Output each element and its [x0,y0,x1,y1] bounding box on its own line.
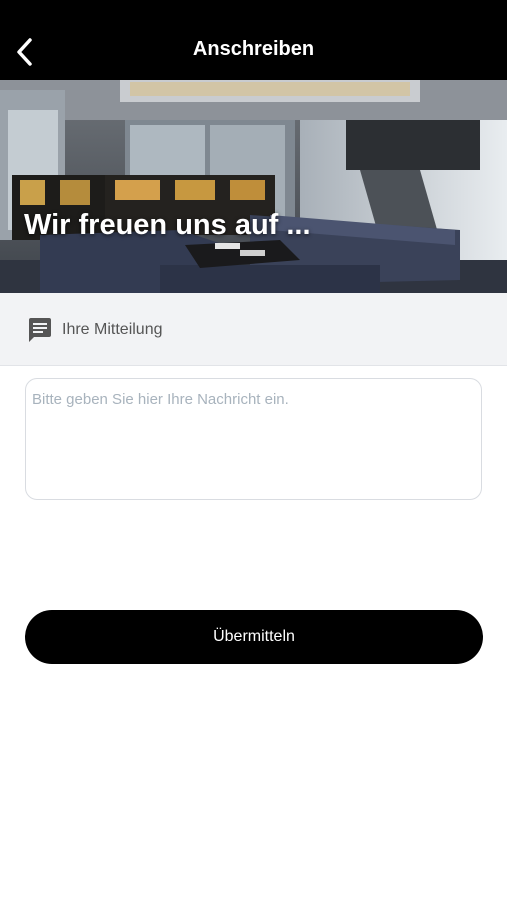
page-title: Anschreiben [192,38,315,60]
hero-image: Wir freuen uns auf ... [0,80,507,293]
submit-button[interactable]: Übermitteln [25,610,483,664]
section-label: Ihre Mitteilung [62,321,163,338]
message-icon [29,318,51,342]
hero-headline: Wir freuen uns auf ... [24,209,311,241]
lounge-photo [0,80,507,293]
message-section-header: Ihre Mitteilung [0,293,507,366]
app-header: Anschreiben [0,0,507,80]
message-input[interactable] [25,378,482,500]
